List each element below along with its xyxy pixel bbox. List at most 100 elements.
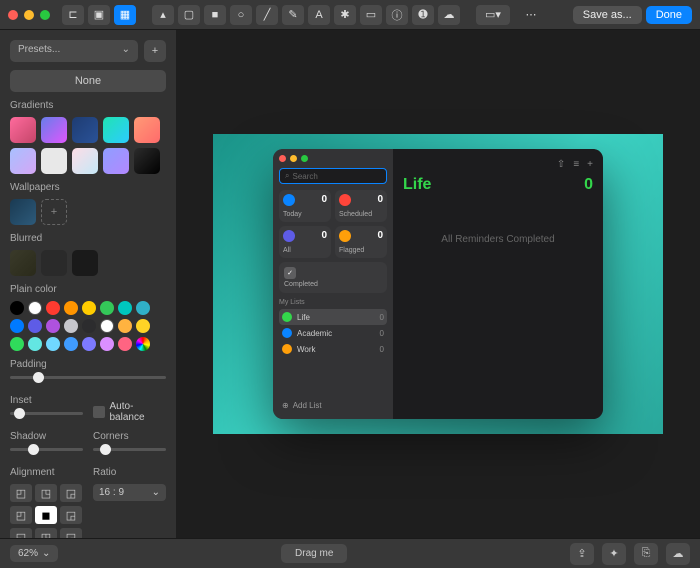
app-close-dot[interactable] xyxy=(279,155,286,162)
circle-tool-icon[interactable]: ○ xyxy=(230,5,252,25)
color-swatch[interactable] xyxy=(28,337,42,351)
filled-rect-tool-icon[interactable]: ■ xyxy=(204,5,226,25)
callout-tool-icon[interactable]: ▭ xyxy=(360,5,382,25)
color-swatch[interactable] xyxy=(82,319,96,333)
copy-icon[interactable]: ⎘ xyxy=(634,543,658,565)
add-wallpaper-button[interactable]: + xyxy=(41,199,67,225)
add-preset-button[interactable]: + xyxy=(144,40,166,62)
color-swatch[interactable] xyxy=(64,319,78,333)
export-icon[interactable]: ⇪ xyxy=(570,543,594,565)
info-tool-icon[interactable]: ⓘ xyxy=(386,5,408,25)
color-swatch[interactable] xyxy=(118,301,132,315)
gradient-swatch[interactable] xyxy=(134,148,160,174)
smart-list-box[interactable]: 0Flagged xyxy=(335,226,387,258)
gradient-swatch[interactable] xyxy=(10,117,36,143)
gradient-swatch[interactable] xyxy=(41,117,67,143)
close-dot[interactable] xyxy=(8,10,18,20)
autobalance-checkbox[interactable] xyxy=(93,406,105,418)
color-swatch[interactable] xyxy=(46,337,60,351)
minimize-dot[interactable] xyxy=(24,10,34,20)
maximize-dot[interactable] xyxy=(40,10,50,20)
share-icon[interactable]: ⇧ xyxy=(557,159,565,170)
size-dropdown[interactable]: ▭▾ xyxy=(476,5,510,25)
rect-tool-icon[interactable]: ▢ xyxy=(178,5,200,25)
color-swatch[interactable] xyxy=(46,301,60,315)
align-ml-button[interactable]: ◰ xyxy=(10,506,32,524)
align-mc-button[interactable]: ◼ xyxy=(35,506,57,524)
align-mr-button[interactable]: ◲ xyxy=(60,506,82,524)
layers-tool-icon[interactable]: ▣ xyxy=(88,5,110,25)
color-swatch[interactable] xyxy=(46,319,60,333)
misc-dropdown[interactable]: ⋯ xyxy=(514,5,548,25)
align-tl-button[interactable]: ◰ xyxy=(10,484,32,502)
list-item[interactable]: Academic0 xyxy=(279,325,387,341)
smart-list-box[interactable]: 0All xyxy=(279,226,331,258)
filter-icon[interactable]: ≡ xyxy=(573,159,579,170)
color-swatch[interactable] xyxy=(118,337,132,351)
step-tool-icon[interactable]: ➊ xyxy=(412,5,434,25)
crop-tool-icon[interactable]: ⊏ xyxy=(62,5,84,25)
color-swatch[interactable] xyxy=(64,337,78,351)
app-maximize-dot[interactable] xyxy=(301,155,308,162)
color-swatch[interactable] xyxy=(82,301,96,315)
inset-slider[interactable] xyxy=(10,412,83,415)
color-swatch[interactable] xyxy=(28,301,42,315)
align-br-button[interactable]: ◲ xyxy=(60,528,82,538)
text-tool-icon[interactable]: A xyxy=(308,5,330,25)
image-tool-icon[interactable]: ▦ xyxy=(114,5,136,25)
none-preset-button[interactable]: None xyxy=(10,70,166,92)
add-list-button[interactable]: ⊕Add List xyxy=(279,398,387,413)
gradient-swatch[interactable] xyxy=(41,148,67,174)
padding-slider[interactable] xyxy=(10,376,166,379)
pin-icon[interactable]: ✦ xyxy=(602,543,626,565)
ratio-dropdown[interactable]: 16 : 9⌄ xyxy=(93,484,166,501)
gradient-swatch[interactable] xyxy=(134,117,160,143)
list-item[interactable]: Work0 xyxy=(279,341,387,357)
gradient-swatch[interactable] xyxy=(10,148,36,174)
gradient-swatch[interactable] xyxy=(72,148,98,174)
wallpaper-swatch[interactable] xyxy=(10,199,36,225)
gradient-swatch[interactable] xyxy=(103,148,129,174)
color-swatch[interactable] xyxy=(100,337,114,351)
cloud-tool-icon[interactable]: ☁ xyxy=(438,5,460,25)
color-swatch[interactable] xyxy=(118,319,132,333)
list-item[interactable]: Life0 xyxy=(279,309,387,325)
color-swatch[interactable] xyxy=(100,301,114,315)
presets-dropdown[interactable]: Presets...⌄ xyxy=(10,40,138,62)
line-tool-icon[interactable]: ╱ xyxy=(256,5,278,25)
done-button[interactable]: Done xyxy=(646,6,692,24)
color-swatch[interactable] xyxy=(28,319,42,333)
save-as-button[interactable]: Save as... xyxy=(573,6,642,24)
app-minimize-dot[interactable] xyxy=(290,155,297,162)
smart-list-box[interactable]: 0Scheduled xyxy=(335,190,387,222)
align-tr-button[interactable]: ◲ xyxy=(60,484,82,502)
color-swatch[interactable] xyxy=(136,319,150,333)
align-tc-button[interactable]: ◳ xyxy=(35,484,57,502)
shadow-slider[interactable] xyxy=(10,448,83,451)
color-swatch[interactable] xyxy=(136,301,150,315)
pointer-tool-icon[interactable]: ▴ xyxy=(152,5,174,25)
color-swatch[interactable] xyxy=(10,337,24,351)
color-swatch[interactable] xyxy=(10,301,24,315)
search-input[interactable]: ⌕Search xyxy=(279,168,387,184)
pen-tool-icon[interactable]: ✎ xyxy=(282,5,304,25)
canvas-area[interactable]: ⌕Search 0Today0Scheduled0All0Flagged ✓ C… xyxy=(176,30,700,538)
color-swatch[interactable] xyxy=(64,301,78,315)
color-swatch[interactable] xyxy=(82,337,96,351)
color-swatch[interactable] xyxy=(136,337,150,351)
gradient-swatch[interactable] xyxy=(103,117,129,143)
zoom-dropdown[interactable]: 62%⌄ xyxy=(10,545,58,562)
corners-slider[interactable] xyxy=(93,448,166,451)
align-bc-button[interactable]: ◳ xyxy=(35,528,57,538)
smart-list-box[interactable]: 0Today xyxy=(279,190,331,222)
completed-box[interactable]: ✓ Completed xyxy=(279,262,387,293)
gradient-swatch[interactable] xyxy=(72,117,98,143)
blur-tool-icon[interactable]: ✱ xyxy=(334,5,356,25)
blurred-swatch[interactable] xyxy=(10,250,36,276)
blurred-swatch[interactable] xyxy=(72,250,98,276)
add-reminder-icon[interactable]: + xyxy=(587,159,593,170)
color-swatch[interactable] xyxy=(10,319,24,333)
blurred-swatch[interactable] xyxy=(41,250,67,276)
drag-me-button[interactable]: Drag me xyxy=(281,544,347,563)
color-swatch[interactable] xyxy=(100,319,114,333)
